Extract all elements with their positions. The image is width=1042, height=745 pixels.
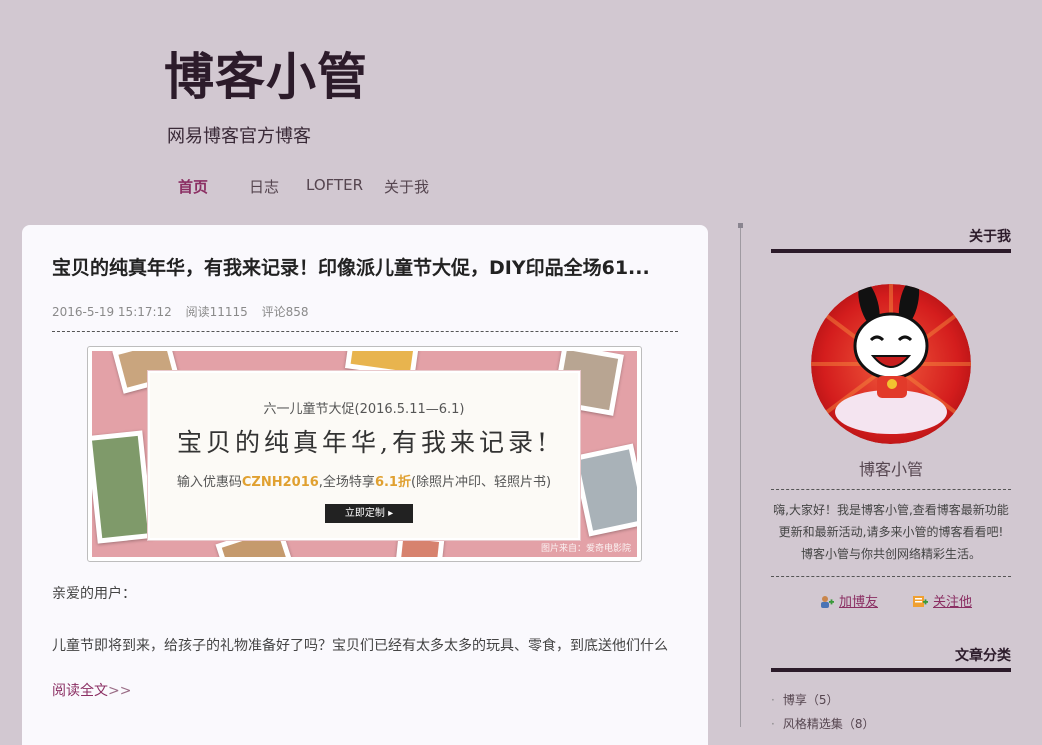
- avatar[interactable]: [811, 284, 971, 444]
- nav-blog[interactable]: 日志: [249, 176, 279, 197]
- profile-name[interactable]: 博客小管: [771, 456, 1011, 480]
- add-friend-label: 加博友: [839, 595, 879, 610]
- follow-link[interactable]: 关注他: [913, 591, 972, 610]
- banner-panel: 六一儿童节大促(2016.5.11—6.1) 宝贝的纯真年华,有我来记录! 输入…: [148, 371, 580, 540]
- read-more-link[interactable]: 阅读全文>>: [52, 680, 131, 700]
- category-label: 风格精选集（8）: [782, 717, 875, 731]
- profile-desc-line: 博客小管与你共创网络精彩生活。: [800, 547, 981, 561]
- add-friend-icon: [819, 595, 834, 608]
- banner-note-suffix: (除照片冲印、轻照片书): [410, 475, 552, 490]
- category-item[interactable]: · 博享（5）: [771, 691, 838, 708]
- bullet-icon: ·: [771, 693, 775, 707]
- about-heading-rule: [771, 249, 1011, 253]
- categories-heading-rule: [771, 668, 1011, 672]
- follow-icon: [913, 595, 928, 608]
- rabbit-avatar-image: [811, 284, 971, 444]
- profile-desc-line: 更新和最新活动,请多来小管的博客看看吧!: [778, 525, 1004, 539]
- read-more-arrow: >>: [108, 683, 132, 699]
- banner-customize-button[interactable]: 立即定制 ▸: [325, 504, 413, 523]
- follow-label: 关注他: [933, 595, 973, 610]
- post-title[interactable]: 宝贝的纯真年华，有我来记录！印像派儿童节大促，DIY印品全场61...: [52, 253, 682, 280]
- post-greeting: 亲爱的用户：: [52, 586, 136, 602]
- banner-note: 输入优惠码CZNH2016,全场特享6.1折(除照片冲印、轻照片书): [150, 471, 578, 490]
- banner-note-mid: ,全场特享: [318, 475, 375, 490]
- post-divider: [52, 331, 678, 332]
- read-more-label: 阅读全文: [52, 683, 108, 699]
- profile-divider-top: [771, 489, 1011, 490]
- nav-lofter[interactable]: LOFTER: [306, 176, 363, 194]
- bullet-icon: ·: [771, 717, 775, 731]
- profile-divider-bottom: [771, 576, 1011, 577]
- profile-desc-line: 嗨,大家好！我是博客小管,查看博客最新功能: [773, 503, 1009, 517]
- profile-description: 嗨,大家好！我是博客小管,查看博客最新功能 更新和最新活动,请多来小管的博客看看…: [771, 499, 1011, 565]
- add-friend-link[interactable]: 加博友: [819, 591, 878, 610]
- post-excerpt: 儿童节即将到来，给孩子的礼物准备好了吗？宝贝们已经有太多太多的玩具、零食，到底送…: [52, 638, 668, 654]
- banner-headline: 宝贝的纯真年华,有我来记录!: [177, 428, 551, 457]
- column-divider: [740, 225, 741, 727]
- post-meta: 2016-5-19 15:17:12 阅读11115 评论858: [52, 303, 319, 320]
- post-banner-frame[interactable]: 六一儿童节大促(2016.5.11—6.1) 宝贝的纯真年华,有我来记录! 输入…: [87, 346, 642, 562]
- post-date: 2016-5-19 15:17:12: [52, 305, 172, 319]
- site-title[interactable]: 博客小管: [164, 52, 368, 102]
- nav-about[interactable]: 关于我: [384, 176, 429, 197]
- column-divider-cap: [738, 223, 743, 228]
- banner-note-prefix: 输入优惠码: [176, 475, 242, 490]
- categories-heading: 文章分类: [955, 648, 1011, 664]
- banner-photo: [92, 430, 154, 544]
- post-card: 宝贝的纯真年华，有我来记录！印像派儿童节大促，DIY印品全场61... 2016…: [22, 225, 708, 745]
- category-item[interactable]: · 风格精选集（8）: [771, 715, 874, 732]
- banner-discount: 6.1折: [374, 475, 411, 490]
- post-comments[interactable]: 评论858: [262, 305, 309, 319]
- about-heading: 关于我: [969, 229, 1011, 245]
- nav-home[interactable]: 首页: [178, 176, 208, 197]
- banner-subtitle: 六一儿童节大促(2016.5.11—6.1): [263, 402, 465, 417]
- promo-banner[interactable]: 六一儿童节大促(2016.5.11—6.1) 宝贝的纯真年华,有我来记录! 输入…: [92, 351, 637, 557]
- banner-photo: [572, 443, 637, 537]
- post-reads: 阅读11115: [185, 305, 248, 319]
- banner-coupon-code: CZNH2016: [241, 475, 319, 490]
- category-label: 博享（5）: [782, 693, 839, 707]
- banner-credit: 图片来自：爱奇电影院: [540, 544, 631, 554]
- site-subtitle: 网易博客官方博客: [167, 126, 311, 147]
